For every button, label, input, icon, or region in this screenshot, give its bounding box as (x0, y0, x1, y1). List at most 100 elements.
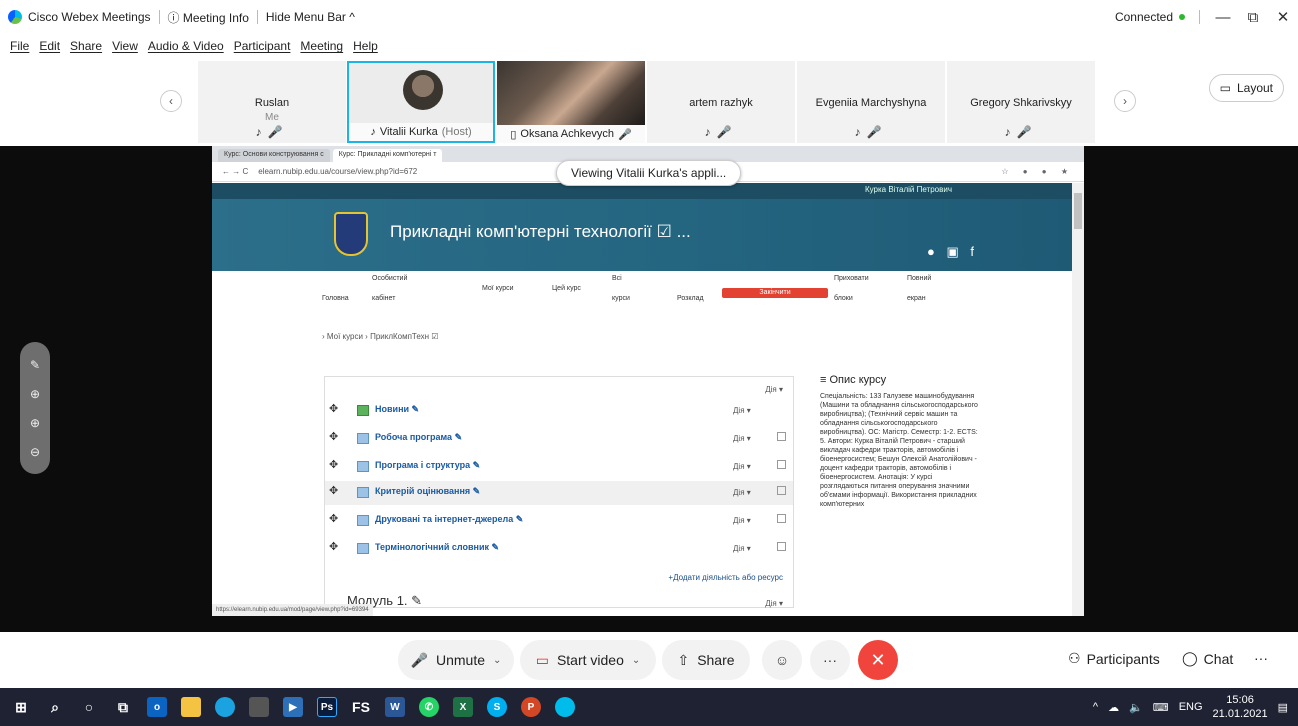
edge-icon[interactable] (208, 688, 242, 726)
menu-file[interactable]: File (10, 39, 29, 53)
close-button[interactable]: ✕ (1268, 8, 1298, 26)
tray-chevron-icon[interactable]: ^ (1093, 701, 1098, 713)
clock[interactable]: 15:06 21.01.2021 (1213, 693, 1268, 721)
menu-participant[interactable]: Participant (234, 39, 291, 53)
webex-titlebar: Cisco Webex Meetings ⓘ Meeting Info Hide… (0, 0, 1298, 34)
prev-page-button[interactable]: ‹ (160, 90, 182, 112)
moodle-nav: Головна Особистий кабінет Мої курси Цей … (212, 271, 1072, 309)
move-icon: ✥ (329, 459, 339, 471)
menu-share[interactable]: Share (70, 39, 102, 53)
menu-view[interactable]: View (112, 39, 138, 53)
nav-all-bottom: курси (612, 295, 630, 302)
nav-this-course: Цей курс (552, 285, 581, 292)
social-icons: ● ▣ f (927, 244, 978, 259)
menu-help[interactable]: Help (353, 39, 378, 53)
participant-tile-gregory[interactable]: Gregory Shkarivskyy ♪🎤 (947, 61, 1095, 143)
task-view-icon[interactable]: ⧉ (106, 688, 140, 726)
start-video-label: Start video (556, 652, 624, 668)
menu-meeting[interactable]: Meeting (300, 39, 343, 53)
nav-full-bottom: екран (907, 295, 926, 302)
next-page-button[interactable]: › (1114, 90, 1136, 112)
participant-tile-evgeniia[interactable]: Evgeniia Marchyshyna ♪🎤 (797, 61, 945, 143)
participants-icon: ⚇ (1068, 650, 1081, 666)
photoshop-icon[interactable]: Ps (310, 688, 344, 726)
skype-icon[interactable]: S (480, 688, 514, 726)
zoom-out-icon[interactable]: ⊖ (30, 445, 40, 459)
outlook-icon[interactable]: o (140, 688, 174, 726)
keyboard-icon[interactable]: ⌨ (1153, 701, 1169, 714)
panel-more-button[interactable]: ··· (1254, 650, 1268, 666)
menu-edit[interactable]: Edit (39, 39, 60, 53)
move-icon: ✥ (329, 431, 339, 443)
network-icon[interactable]: ☁ (1108, 701, 1119, 714)
participant-label: ♪ Vitalii Kurka (Host) (349, 123, 493, 141)
share-label: Share (697, 652, 735, 668)
activity-row: ✥ Критерій оцінювання ✎ Дія ▾ (325, 481, 793, 505)
viewing-indicator: Viewing Vitalii Kurka's appli... (556, 160, 742, 186)
participant-tile-ruslan[interactable]: Ruslan Me ♪🎤 (198, 61, 346, 143)
zoom-in-icon[interactable]: ⊕ (30, 416, 40, 430)
chat-panel-button[interactable]: ◯ Chat (1182, 650, 1233, 667)
completion-checkbox (777, 460, 786, 469)
participant-name: Ruslan (254, 97, 290, 109)
nav-all-top: Всі (612, 275, 622, 282)
participant-video (497, 61, 645, 125)
whatsapp-icon[interactable]: ✆ (412, 688, 446, 726)
audio-icon: ♪ (1004, 125, 1017, 139)
participant-tile-host[interactable]: ♪ Vitalii Kurka (Host) (347, 61, 495, 143)
player-icon[interactable]: ▶ (276, 688, 310, 726)
participant-tile-oksana[interactable]: ▯ Oksana Achkevych 🎤 (497, 61, 645, 143)
clock-time: 15:06 (1226, 694, 1254, 706)
participant-status-icons: ♪🎤 (797, 125, 945, 139)
chat-label: Chat (1203, 650, 1234, 667)
page-scrollbar (1072, 183, 1084, 616)
notifications-icon[interactable]: ▤ (1278, 701, 1288, 714)
page-icon (357, 461, 369, 472)
restore-button[interactable]: ⧉ (1238, 9, 1268, 26)
shared-screen-stage: ✎ ⊕ ⊕ ⊖ Курс: Основи конструювання с Кур… (0, 146, 1298, 632)
shared-browser-window[interactable]: Курс: Основи конструювання с Курс: Прикл… (212, 146, 1084, 616)
file-explorer-icon[interactable] (174, 688, 208, 726)
language-indicator[interactable]: ENG (1179, 701, 1203, 713)
remote-control-icon[interactable]: ⊕ (30, 387, 40, 401)
annotate-pen-icon[interactable]: ✎ (30, 358, 40, 372)
chevron-down-icon[interactable]: ⌄ (632, 655, 640, 666)
more-options-button[interactable]: ··· (810, 640, 850, 680)
excel-icon[interactable]: X (446, 688, 480, 726)
chevron-down-icon[interactable]: ⌄ (493, 655, 501, 666)
forum-icon (357, 405, 369, 416)
completion-checkbox (777, 542, 786, 551)
search-icon[interactable]: ⌕ (38, 688, 72, 726)
screen-share-icon: ♪ (370, 126, 376, 138)
webex-taskbar-icon[interactable] (548, 688, 582, 726)
fs-icon[interactable]: FS (344, 688, 378, 726)
minimize-button[interactable]: — (1208, 9, 1238, 26)
menu-bar: File Edit Share View Audio & Video Parti… (0, 34, 388, 58)
cortana-icon[interactable]: ○ (72, 688, 106, 726)
browser-tab[interactable]: Курс: Основи конструювання с (218, 149, 330, 162)
layout-button[interactable]: ▭ Layout (1208, 74, 1284, 102)
move-icon: ✥ (329, 541, 339, 553)
browser-tab-active[interactable]: Курс: Прикладні комп'ютерні т (332, 149, 443, 162)
activity-row: ✥ Новини ✎ Дія ▾ (325, 399, 793, 423)
participants-panel-button[interactable]: ⚇ Participants (1068, 650, 1160, 667)
mic-muted-icon: 🎤 (1016, 125, 1038, 139)
participant-tile-artem[interactable]: artem razhyk ♪🎤 (647, 61, 795, 143)
reactions-button[interactable]: ☺ (762, 640, 802, 680)
start-video-button[interactable]: ▭ Start video ⌄ (520, 640, 656, 680)
course-section-panel: Дія ▾ ✥ Новини ✎ Дія ▾ ✥ Робоча програма… (324, 376, 794, 608)
unmute-button[interactable]: 🎤 Unmute ⌄ (398, 640, 514, 680)
hide-menu-bar-button[interactable]: Hide Menu Bar ^ (266, 10, 355, 24)
word-icon[interactable]: W (378, 688, 412, 726)
volume-icon[interactable]: 🔈 (1129, 701, 1143, 714)
meeting-info-button[interactable]: ⓘ Meeting Info (168, 9, 249, 26)
windows-start-icon[interactable]: ⊞ (4, 688, 38, 726)
menu-audio-video[interactable]: Audio & Video (148, 39, 224, 53)
app-icon[interactable] (242, 688, 276, 726)
divider (1199, 10, 1200, 24)
share-button[interactable]: ⇧ Share (662, 640, 750, 680)
powerpoint-icon[interactable]: P (514, 688, 548, 726)
extension-icons: ☆ ● ● ★ (1001, 167, 1074, 176)
nav-full-top: Повний (907, 275, 932, 282)
end-meeting-button[interactable]: ✕ (858, 640, 898, 680)
